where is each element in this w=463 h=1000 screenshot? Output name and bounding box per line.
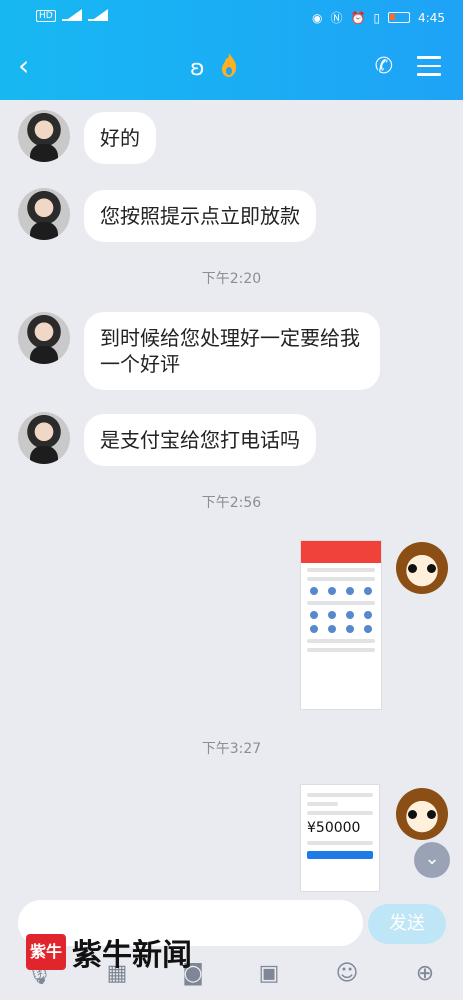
message-bubble[interactable]: 好的 — [84, 112, 156, 164]
status-bar: HD ◉ Ⓝ ⏰ ▯ 4:45 — [0, 0, 463, 34]
eye-icon: ◉ — [311, 10, 323, 25]
phone-icon[interactable]: ✆ — [375, 54, 393, 79]
message-bubble[interactable]: 您按照提示点立即放款 — [84, 190, 316, 242]
my-avatar[interactable] — [396, 788, 448, 840]
image-message[interactable] — [300, 540, 382, 710]
my-avatar[interactable] — [396, 542, 448, 594]
vibrate-icon: ▯ — [373, 10, 381, 25]
timestamp: 下午2:20 — [201, 271, 262, 287]
header: HD ◉ Ⓝ ⏰ ▯ 4:45 ‹ ʚ ✆ — [0, 0, 463, 100]
scroll-down-button[interactable]: ⌄ — [414, 842, 450, 878]
send-button[interactable]: 发送 — [368, 904, 446, 944]
amount-text: ¥50000 — [307, 820, 361, 836]
watermark-text: 紫牛新闻 — [72, 938, 192, 973]
plus-icon[interactable]: ⊕ — [410, 961, 440, 989]
avatar[interactable] — [18, 412, 70, 464]
ear-icon[interactable]: ʚ — [190, 56, 205, 81]
watermark: 紫牛 紫牛新闻 — [26, 930, 192, 974]
avatar[interactable] — [18, 312, 70, 364]
redpacket-icon[interactable]: ▣ — [254, 961, 284, 989]
chat-area[interactable]: 好的 您按照提示点立即放款 下午2:20 到时候给您处理好一定要给我一个好评 是… — [0, 100, 463, 895]
fire-icon — [222, 53, 237, 77]
timestamp: 下午3:27 — [201, 741, 262, 757]
image-message[interactable]: ¥50000 — [300, 784, 380, 892]
signal-icon — [61, 9, 82, 21]
battery-icon — [388, 12, 411, 23]
avatar[interactable] — [18, 188, 70, 240]
menu-icon[interactable] — [417, 56, 441, 76]
signal-icon-2 — [87, 9, 108, 21]
message-bubble[interactable]: 是支付宝给您打电话吗 — [84, 414, 316, 466]
back-icon[interactable]: ‹ — [18, 52, 38, 82]
message-bubble[interactable]: 到时候给您处理好一定要给我一个好评 — [84, 312, 380, 390]
watermark-logo: 紫牛 — [26, 934, 66, 970]
avatar[interactable] — [18, 110, 70, 162]
hd-badge: HD — [36, 10, 56, 22]
clock: 4:45 — [418, 10, 445, 25]
emoji-icon[interactable]: ☺ — [332, 961, 362, 989]
alarm-icon: ⏰ — [350, 10, 366, 25]
nfc-icon: Ⓝ — [330, 11, 343, 25]
timestamp: 下午2:56 — [201, 495, 262, 511]
